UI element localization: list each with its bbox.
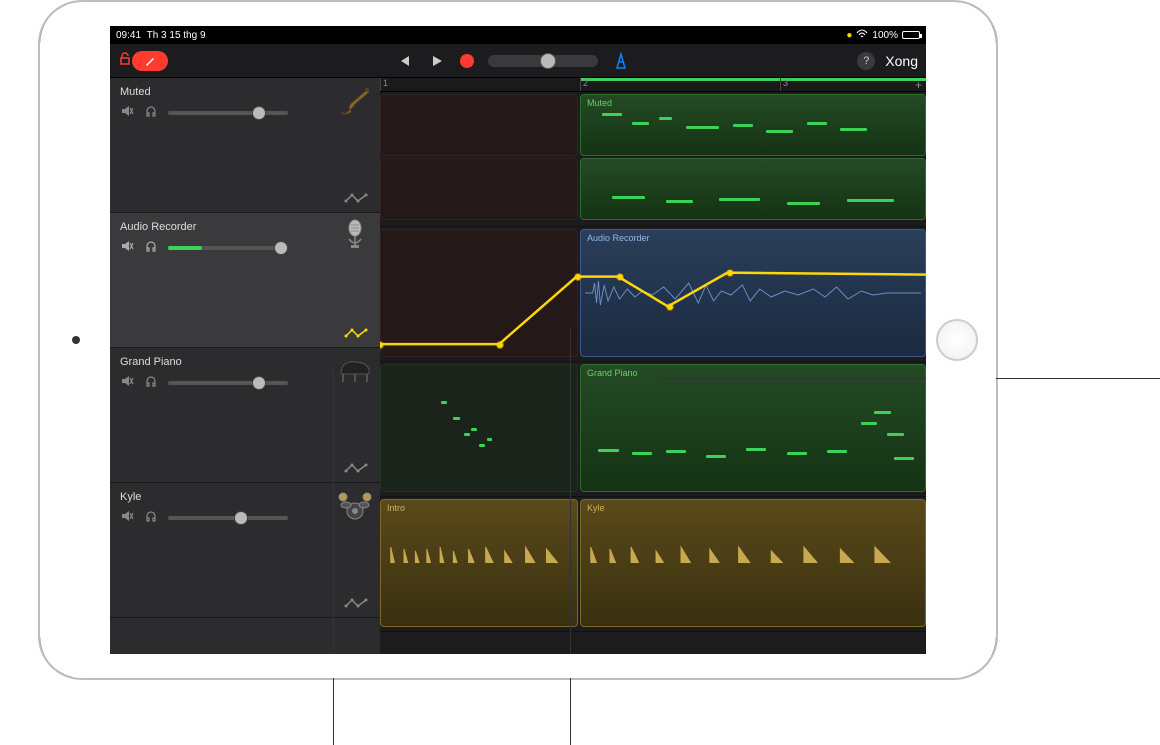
status-date: Th 3 15 thg 9	[147, 30, 206, 41]
ruler[interactable]: 1 2 3 +	[380, 78, 926, 92]
front-camera	[72, 336, 80, 344]
region-bass-b[interactable]	[580, 158, 926, 220]
volume-slider[interactable]	[168, 381, 288, 385]
track-row[interactable]: Grand Piano	[380, 362, 926, 497]
instrument-icon-drums[interactable]	[336, 489, 374, 523]
automation-point[interactable]	[574, 273, 582, 281]
volume-slider[interactable]	[168, 111, 288, 115]
toolbar: ? Xong	[110, 44, 926, 78]
region-drums-intro[interactable]: Intro	[380, 499, 578, 627]
region-audio[interactable]: Audio Recorder	[580, 229, 926, 357]
region-label: Audio Recorder	[587, 233, 650, 243]
callout-line	[660, 378, 1160, 379]
track-title: Audio Recorder	[120, 221, 370, 233]
master-volume-slider[interactable]	[488, 55, 598, 67]
home-button[interactable]	[936, 319, 978, 361]
record-button[interactable]	[460, 54, 474, 68]
edit-mode-toggle[interactable]	[132, 51, 168, 71]
automation-point[interactable]	[616, 273, 624, 281]
ruler-tick: 1	[380, 78, 388, 91]
mute-icon[interactable]	[120, 239, 134, 256]
automation-point[interactable]	[666, 303, 674, 311]
play-button[interactable]	[428, 52, 446, 70]
automation-button[interactable]	[344, 595, 368, 611]
automation-point[interactable]	[726, 269, 734, 277]
cycle-region[interactable]	[580, 78, 926, 81]
headphones-icon[interactable]	[144, 239, 158, 256]
region-piano[interactable]: Grand Piano	[580, 364, 926, 492]
instrument-icon-bass[interactable]	[336, 84, 374, 118]
ruler-tick: 3	[780, 78, 788, 91]
track-header-kyle[interactable]: Kyle	[110, 483, 380, 618]
volume-slider[interactable]	[168, 516, 288, 520]
mute-icon[interactable]	[120, 374, 134, 391]
instrument-icon-microphone[interactable]	[336, 219, 374, 253]
automation-button[interactable]	[344, 460, 368, 476]
automation-button[interactable]	[344, 190, 368, 206]
headphones-icon[interactable]	[144, 374, 158, 391]
app-screen: 09:41 Th 3 15 thg 9 ● 100%	[110, 26, 926, 654]
lock-icon[interactable]	[118, 52, 132, 69]
region-label: Kyle	[587, 503, 605, 513]
region-empty[interactable]	[380, 94, 578, 156]
region-empty[interactable]	[380, 229, 578, 357]
automation-point[interactable]	[496, 341, 504, 349]
mute-icon[interactable]	[120, 104, 134, 121]
timeline[interactable]: 1 2 3 + Muted	[380, 78, 926, 654]
track-header-audio-recorder[interactable]: Audio Recorder	[110, 213, 380, 348]
callout-line	[570, 328, 571, 745]
instrument-icon-piano[interactable]	[336, 354, 374, 388]
status-time: 09:41	[116, 30, 141, 41]
region-drums[interactable]: Kyle	[580, 499, 926, 627]
rewind-button[interactable]	[396, 52, 414, 70]
headphones-icon[interactable]	[144, 509, 158, 526]
mute-icon[interactable]	[120, 509, 134, 526]
region-bass-a[interactable]: Muted	[580, 94, 926, 156]
track-row[interactable]: Intro Kyle	[380, 497, 926, 632]
add-section-button[interactable]: +	[915, 78, 922, 92]
battery-pct: 100%	[872, 30, 898, 41]
region-piano-intro[interactable]	[380, 364, 578, 492]
track-row[interactable]: Audio Recorder	[380, 227, 926, 362]
region-empty[interactable]	[380, 158, 578, 220]
headphones-icon[interactable]	[144, 104, 158, 121]
location-icon: ●	[846, 30, 852, 41]
done-button[interactable]: Xong	[885, 53, 918, 69]
track-headers: Muted	[110, 78, 380, 654]
ipad-device: 09:41 Th 3 15 thg 9 ● 100%	[38, 0, 998, 680]
track-header-grand-piano[interactable]: Grand Piano	[110, 348, 380, 483]
track-row[interactable]: Muted	[380, 92, 926, 227]
status-bar: 09:41 Th 3 15 thg 9 ● 100%	[110, 26, 926, 44]
help-button[interactable]: ?	[857, 52, 875, 70]
automation-button[interactable]	[344, 325, 368, 341]
track-header-muted[interactable]: Muted	[110, 78, 380, 213]
ruler-tick: 2	[580, 78, 588, 91]
region-label: Intro	[387, 503, 405, 513]
battery-icon	[902, 31, 920, 39]
region-label: Grand Piano	[587, 368, 638, 378]
metronome-button[interactable]	[612, 52, 630, 70]
callout-line	[333, 369, 334, 745]
track-title: Muted	[120, 86, 370, 98]
track-title: Grand Piano	[120, 356, 370, 368]
volume-slider[interactable]	[168, 246, 288, 250]
region-label: Muted	[587, 98, 612, 108]
wifi-icon	[856, 29, 868, 42]
